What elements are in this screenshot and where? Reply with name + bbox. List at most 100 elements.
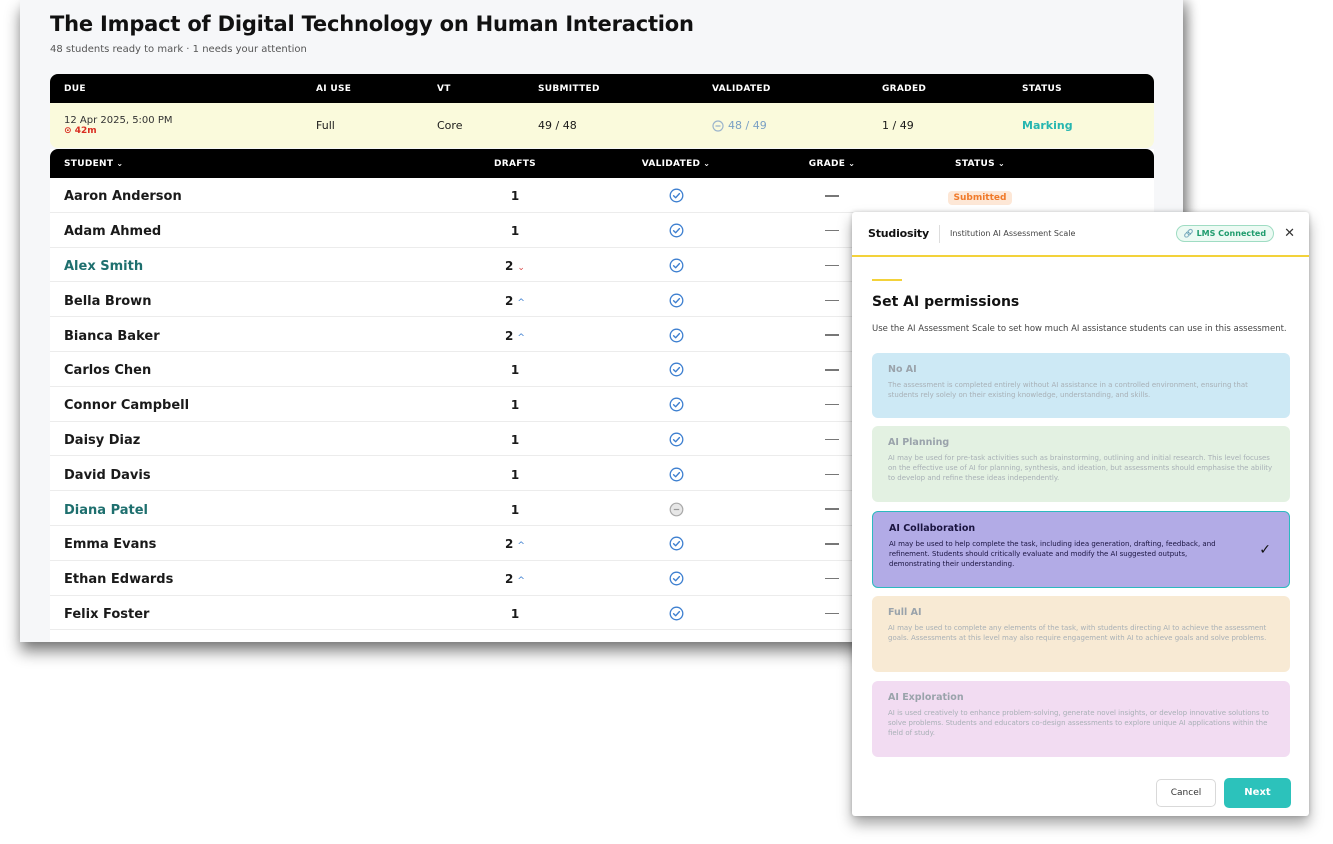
modal-description: Use the AI Assessment Scale to set how m…	[872, 324, 1287, 334]
summary-header-ai-use: AI USE	[316, 83, 352, 94]
draft-count: 2	[505, 328, 514, 343]
validated-summary: 48 / 49	[712, 119, 882, 132]
student-name: Felix Foster	[64, 606, 150, 622]
lms-connected-badge: 🔗 LMS Connected	[1175, 225, 1275, 242]
sort-status[interactable]: STATUS ⌄	[910, 159, 1050, 169]
chevron-down-icon: ⌄	[848, 158, 856, 168]
chevron-down-icon[interactable]: ⌄	[517, 263, 525, 273]
clock-icon: ⊙	[64, 126, 72, 136]
cancel-button[interactable]: Cancel	[1156, 779, 1216, 807]
student-name: Aaron Anderson	[64, 189, 182, 205]
draft-count: 2	[505, 258, 514, 273]
validated-check-icon	[669, 325, 684, 344]
due-date: 12 Apr 2025, 5:00 PM	[64, 115, 173, 126]
validated-check-icon	[669, 603, 684, 622]
validated-check-icon	[669, 255, 684, 274]
validated-value: 48 / 49	[728, 119, 767, 132]
due-cell: 12 Apr 2025, 5:00 PM ⊙ 42m	[50, 115, 316, 136]
validated-check-icon	[669, 394, 684, 413]
pending-icon	[669, 499, 684, 518]
draft-count: 1	[510, 363, 520, 378]
sort-grade[interactable]: GRADE ⌄	[754, 159, 910, 169]
student-name: Connor Campbell	[64, 398, 190, 414]
ai-use-value: Full	[316, 119, 335, 132]
option-ai-collaboration[interactable]: AI Collaboration AI may be used to help …	[872, 511, 1290, 588]
checkmark-icon: ✓	[1259, 542, 1271, 558]
draft-count: 2	[505, 293, 514, 308]
option-ai-planning[interactable]: AI Planning AI may be used for pre-task …	[872, 426, 1290, 502]
student-name: David Davis	[64, 467, 151, 483]
grade-empty-dash	[825, 473, 839, 476]
student-name: Daisy Diaz	[64, 432, 141, 448]
sort-student[interactable]: STUDENT ⌄	[50, 159, 432, 169]
table-row[interactable]: Aaron Anderson 1 Submitted	[50, 178, 1154, 213]
validated-check-icon	[669, 220, 684, 239]
option-no-ai[interactable]: No AI The assessment is completed entire…	[872, 353, 1290, 418]
summary-header-graded: GRADED	[882, 83, 927, 94]
grade-empty-dash	[825, 403, 839, 406]
option-ai-exploration[interactable]: AI Exploration AI is used creatively to …	[872, 681, 1290, 757]
validated-check-icon	[669, 568, 684, 587]
student-name: Bella Brown	[64, 293, 152, 309]
header-divider	[938, 224, 940, 243]
assessment-summary: DUE AI USE VT SUBMITTED VALIDATED GRADED…	[50, 74, 1154, 148]
grade-empty-dash	[825, 577, 839, 580]
summary-header-submitted: SUBMITTED	[538, 83, 600, 94]
summary-header-due: DUE	[64, 83, 86, 94]
student-name: Adam Ahmed	[64, 224, 162, 240]
grade-empty-dash	[825, 543, 839, 545]
link-icon: 🔗	[1183, 229, 1194, 238]
draft-count: 1	[510, 432, 520, 447]
modal-title: Set AI permissions	[872, 294, 1020, 310]
draft-count: 1	[510, 398, 520, 413]
grade-empty-dash	[825, 438, 839, 441]
students-header-row: STUDENT ⌄ DRAFTS VALIDATED ⌄ GRADE ⌄ STATUS…	[50, 149, 1154, 178]
sort-validated[interactable]: VALIDATED ⌄	[598, 159, 754, 169]
validated-check-icon	[669, 464, 684, 483]
scale-name: Institution AI Assessment Scale	[949, 229, 1076, 238]
validated-check-icon	[669, 359, 684, 378]
student-name[interactable]: Diana Patel	[64, 503, 148, 518]
grade-empty-dash	[825, 229, 839, 232]
student-name: Emma Evans	[64, 537, 157, 553]
grade-empty-dash	[825, 299, 839, 302]
summary-header-status: STATUS	[1022, 83, 1062, 94]
chevron-down-icon: ⌄	[116, 158, 124, 168]
draft-count: 2	[505, 537, 514, 552]
summary-header-validated: VALIDATED	[712, 83, 771, 94]
student-name: Ethan Edwards	[64, 572, 174, 588]
chevron-up-icon[interactable]: ^	[517, 541, 525, 551]
grade-empty-dash	[825, 264, 839, 267]
draft-count: 1	[510, 502, 520, 517]
accent-bar	[872, 279, 902, 281]
pending-icon	[712, 119, 724, 132]
grade-empty-dash	[825, 508, 839, 510]
close-icon[interactable]: ✕	[1284, 226, 1295, 241]
chevron-up-icon[interactable]: ^	[517, 333, 525, 343]
option-full-ai[interactable]: Full AI AI may be used to complete any e…	[872, 596, 1290, 672]
vt-value: Core	[437, 119, 463, 132]
summary-header-vt: VT	[437, 83, 451, 94]
page-subtitle: 48 students ready to mark · 1 needs your…	[50, 44, 307, 55]
validated-check-icon	[669, 429, 684, 448]
submitted-value: 49 / 48	[538, 119, 577, 132]
next-button[interactable]: Next	[1224, 778, 1291, 808]
draft-count: 1	[510, 224, 520, 239]
due-timer: ⊙ 42m	[64, 126, 97, 136]
graded-value: 1 / 49	[882, 119, 914, 132]
student-name: Carlos Chen	[64, 363, 152, 379]
validated-check-icon	[669, 290, 684, 309]
chevron-down-icon: ⌄	[997, 158, 1005, 168]
chevron-up-icon[interactable]: ^	[517, 298, 525, 308]
draft-count: 1	[510, 606, 520, 621]
page-title: The Impact of Digital Technology on Huma…	[50, 12, 694, 36]
validated-check-icon	[669, 533, 684, 552]
grade-empty-dash	[825, 195, 839, 197]
studiosity-logo: Studiosity	[868, 227, 929, 240]
chevron-down-icon: ⌄	[703, 158, 711, 168]
summary-row: 12 Apr 2025, 5:00 PM ⊙ 42m Full Core 49 …	[50, 103, 1154, 148]
student-name[interactable]: Alex Smith	[64, 259, 143, 274]
grade-empty-dash	[825, 369, 839, 371]
summary-header-row: DUE AI USE VT SUBMITTED VALIDATED GRADED…	[50, 74, 1154, 103]
chevron-up-icon[interactable]: ^	[517, 576, 525, 586]
